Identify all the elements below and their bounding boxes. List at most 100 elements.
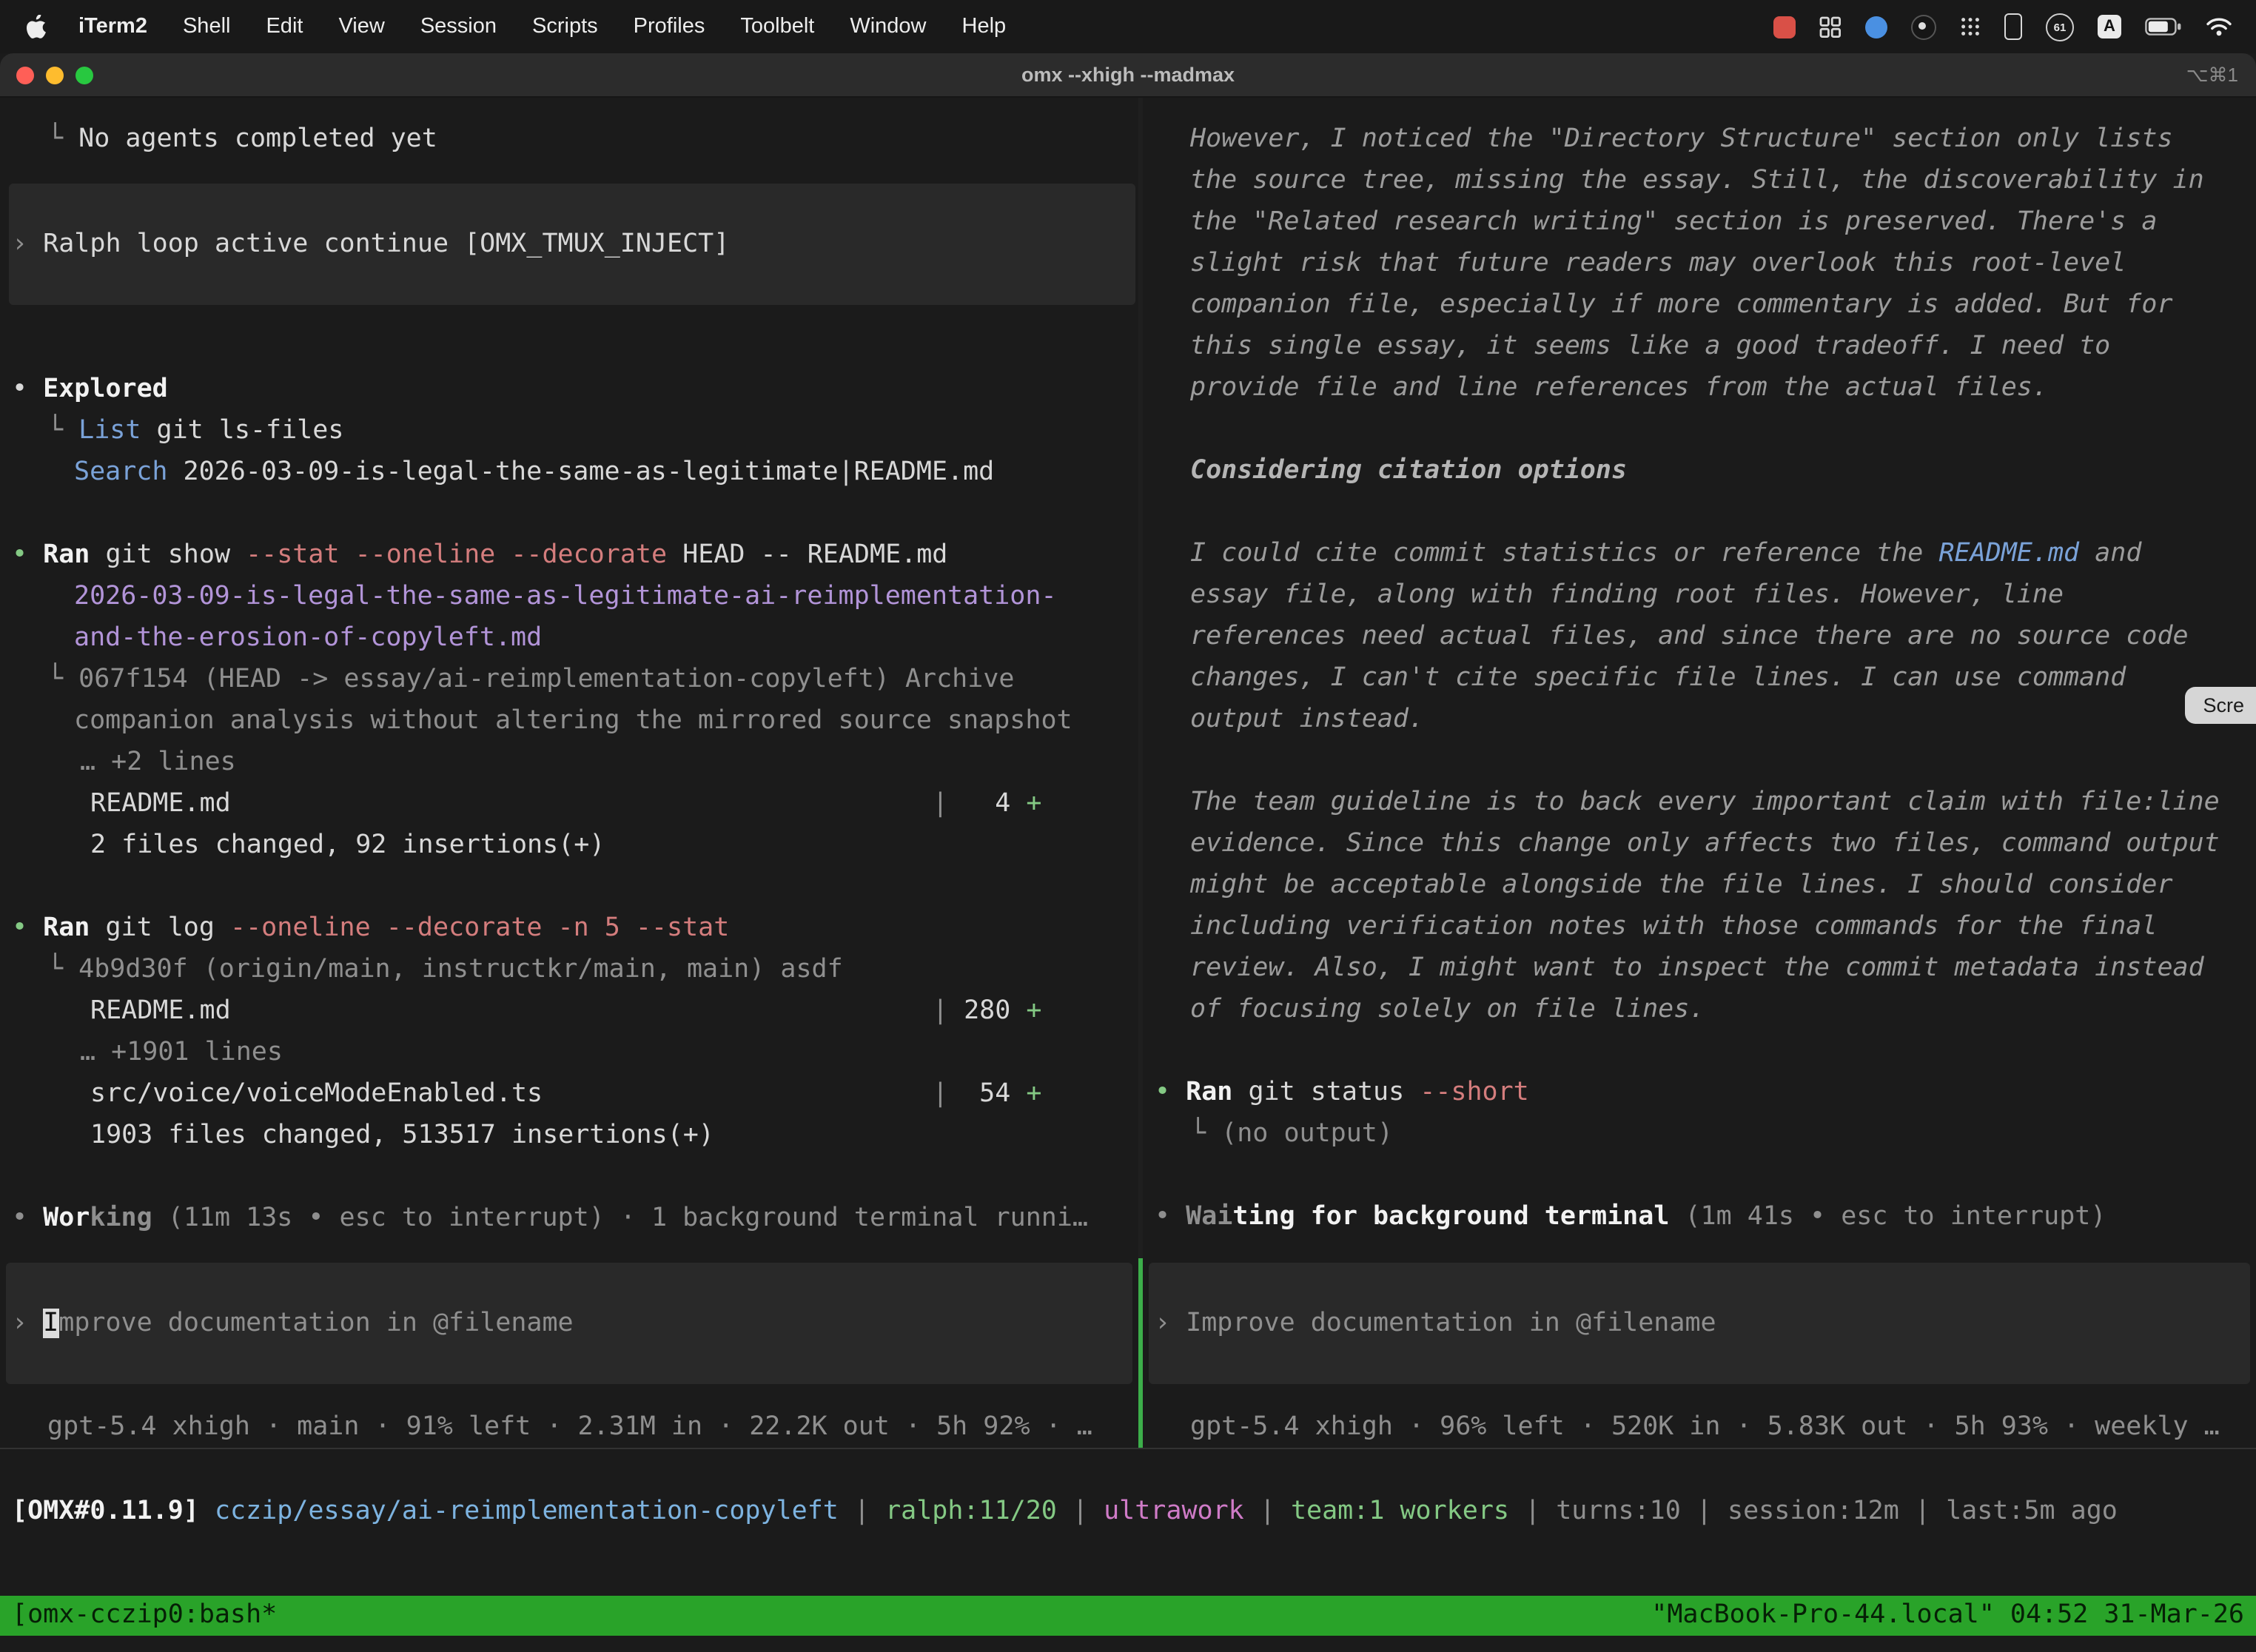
terminal-text-segment: might be acceptable alongside the file l…: [1190, 870, 2173, 900]
terminal-text-segment: src/voice/voiceModeEnabled.ts: [90, 1079, 933, 1109]
window-title: omx --xhigh --madmax: [0, 64, 2256, 86]
right-status-line: gpt-5.4 xhigh · 96% left · 520K in · 5.8…: [1190, 1406, 2220, 1448]
terminal-line: provide file and line references from th…: [1155, 367, 2256, 409]
input-source-icon[interactable]: A: [2098, 15, 2121, 38]
close-window-button[interactable]: [16, 66, 34, 84]
terminal-text-segment: references need actual files, and since …: [1190, 622, 2189, 651]
terminal-text-segment: |: [933, 996, 948, 1026]
terminal-text-segment: and-the-erosion-of-copyleft.md: [74, 623, 542, 653]
terminal-line: might be acceptable alongside the file l…: [1155, 864, 2256, 906]
terminal-text-segment: └: [47, 416, 78, 446]
terminal-line: the "Related research writing" section i…: [1155, 201, 2256, 243]
terminal-text-segment: cczip/essay/ai-reimplementation-copyleft: [215, 1497, 839, 1526]
menu-item-scripts[interactable]: Scripts: [514, 15, 616, 38]
terminal-text-segment: (no output): [1221, 1119, 1393, 1149]
terminal-line: the source tree, missing the essay. Stil…: [1155, 160, 2256, 201]
terminal-text-segment: Ran: [1186, 1078, 1232, 1107]
terminal-line: 2026-03-09-is-legal-the-same-as-legitima…: [12, 576, 1138, 617]
terminal-text-segment: └: [47, 124, 78, 154]
right-pane-transcript: However, I noticed the "Directory Struct…: [1143, 98, 2256, 1238]
terminal-text-segment: Explored: [43, 375, 168, 404]
right-prompt-input[interactable]: › Improve documentation in @filename: [1149, 1263, 2250, 1384]
terminal-text-segment: HEAD -- README.md: [667, 540, 947, 570]
terminal-text-segment: --stat --oneline --decorate: [246, 540, 667, 570]
window-shortcut-hint: ⌥⌘1: [2186, 63, 2238, 87]
phone-icon[interactable]: [2004, 13, 2022, 40]
terminal-text-segment: 54: [948, 1079, 1026, 1109]
screen-share-tooltip[interactable]: Scre: [2185, 687, 2256, 724]
terminal-text-segment: └: [1190, 1119, 1221, 1149]
window-grid-icon[interactable]: [1819, 16, 1842, 38]
left-pane-transcript: └ No agents completed yet› Ralph loop ac…: [0, 98, 1138, 1239]
terminal-text-segment: +: [1026, 1079, 1041, 1109]
terminal-text-segment: review. Also, I might want to inspect th…: [1190, 953, 2204, 983]
terminal-line: However, I noticed the "Directory Struct…: [1155, 118, 2256, 160]
terminal-line: • Ran git status --short: [1155, 1072, 2256, 1113]
right-pane[interactable]: However, I noticed the "Directory Struct…: [1143, 98, 2256, 1448]
terminal-blank-line: [1155, 491, 2256, 533]
terminal-text-segment: ralph:11/20: [885, 1497, 1057, 1526]
terminal-text-segment: I: [43, 1309, 58, 1338]
dots-grid-icon[interactable]: [1960, 16, 1981, 37]
terminal-line: The team guideline is to back every impo…: [1155, 782, 2256, 823]
menu-item-window[interactable]: Window: [832, 15, 944, 38]
terminal-text-segment: 4b9d30f (origin/main, instructkr/main, m…: [78, 955, 843, 984]
terminal-text-segment: |: [1057, 1497, 1104, 1526]
tmux-host-time: "MacBook-Pro-44.local" 04:52 31-Mar-26: [1651, 1596, 2244, 1636]
menu-item-view[interactable]: View: [320, 15, 402, 38]
terminal-text-segment: 4: [948, 789, 1026, 819]
omx-status-line: [OMX#0.11.9] cczip/essay/ai-reimplementa…: [0, 1491, 2256, 1532]
tmux-session-window[interactable]: [omx-cczip0:bash*: [12, 1596, 277, 1636]
left-pane[interactable]: └ No agents completed yet› Ralph loop ac…: [0, 98, 1138, 1448]
blue-app-icon[interactable]: [1865, 16, 1887, 38]
terminal-text-segment: (1m 41s • esc to interrupt): [1669, 1202, 2106, 1232]
menu-item-profiles[interactable]: Profiles: [616, 15, 723, 38]
terminal-blank-line: [1155, 409, 2256, 450]
window-title-bar[interactable]: omx --xhigh --madmax ⌥⌘1: [0, 53, 2256, 98]
terminal-text-segment: git ls-files: [141, 416, 343, 446]
left-prompt-input[interactable]: › Improve documentation in @filename: [6, 1263, 1132, 1384]
terminal-line: this single essay, it seems like a good …: [1155, 326, 2256, 367]
dark-app-icon[interactable]: [1911, 14, 1936, 39]
terminal-line: evidence. Since this change only affects…: [1155, 823, 2256, 864]
menu-item-shell[interactable]: Shell: [165, 15, 249, 38]
terminal-text-segment: README.md: [90, 789, 933, 819]
terminal-text-segment: •: [1155, 1078, 1186, 1107]
terminal-text-segment: … +2 lines: [80, 748, 236, 777]
terminal[interactable]: └ No agents completed yet› Ralph loop ac…: [0, 98, 2256, 1652]
traffic-lights: [0, 66, 93, 84]
apple-menu[interactable]: [18, 15, 61, 38]
terminal-text-segment: turns:10: [1556, 1497, 1681, 1526]
terminal-text-segment: gpt-5.4 xhigh · 96% left · 520K in · 5.8…: [1190, 1412, 2220, 1442]
zoom-window-button[interactable]: [75, 66, 93, 84]
menu-item-help[interactable]: Help: [944, 15, 1024, 38]
screen: iTerm2 Shell Edit View Session Scripts P…: [0, 0, 2256, 1652]
terminal-blank-line: [1155, 1155, 2256, 1196]
terminal-text-segment: and: [2079, 539, 2141, 568]
battery-percent-icon[interactable]: 61: [2046, 13, 2074, 41]
terminal-text-segment: git status: [1232, 1078, 1420, 1107]
terminal-line: 2 files changed, 92 insertions(+): [12, 825, 1138, 866]
terminal-line: README.md | 4 +: [12, 783, 1138, 825]
terminal-text-segment: ›: [12, 229, 43, 259]
terminal-line: essay file, along with finding root file…: [1155, 574, 2256, 616]
terminal-panes: └ No agents completed yet› Ralph loop ac…: [0, 98, 2256, 1448]
menu-item-toolbelt[interactable]: Toolbelt: [722, 15, 832, 38]
terminal-text-segment: |: [933, 789, 948, 819]
menu-item-iterm2[interactable]: iTerm2: [61, 15, 165, 38]
minimize-window-button[interactable]: [46, 66, 64, 84]
menu-item-edit[interactable]: Edit: [248, 15, 320, 38]
terminal-text-segment: |: [1244, 1497, 1291, 1526]
terminal-text-segment: (11m 13s • esc to interrupt) · 1 backgro…: [152, 1203, 1088, 1233]
battery-icon[interactable]: [2145, 18, 2182, 36]
wifi-icon[interactable]: [2206, 16, 2232, 37]
terminal-blank-line: [12, 866, 1138, 907]
menu-item-session[interactable]: Session: [403, 15, 514, 38]
screen-recording-indicator-icon[interactable]: [1773, 16, 1796, 38]
terminal-text-segment: •: [12, 1203, 43, 1233]
terminal-text-segment: 2 files changed, 92 insertions(+): [90, 830, 605, 860]
terminal-text-segment: |: [1681, 1497, 1728, 1526]
terminal-line: … +1901 lines: [12, 1032, 1138, 1073]
terminal-line: companion analysis without altering the …: [12, 700, 1138, 742]
terminal-blank-line: [12, 327, 1138, 369]
